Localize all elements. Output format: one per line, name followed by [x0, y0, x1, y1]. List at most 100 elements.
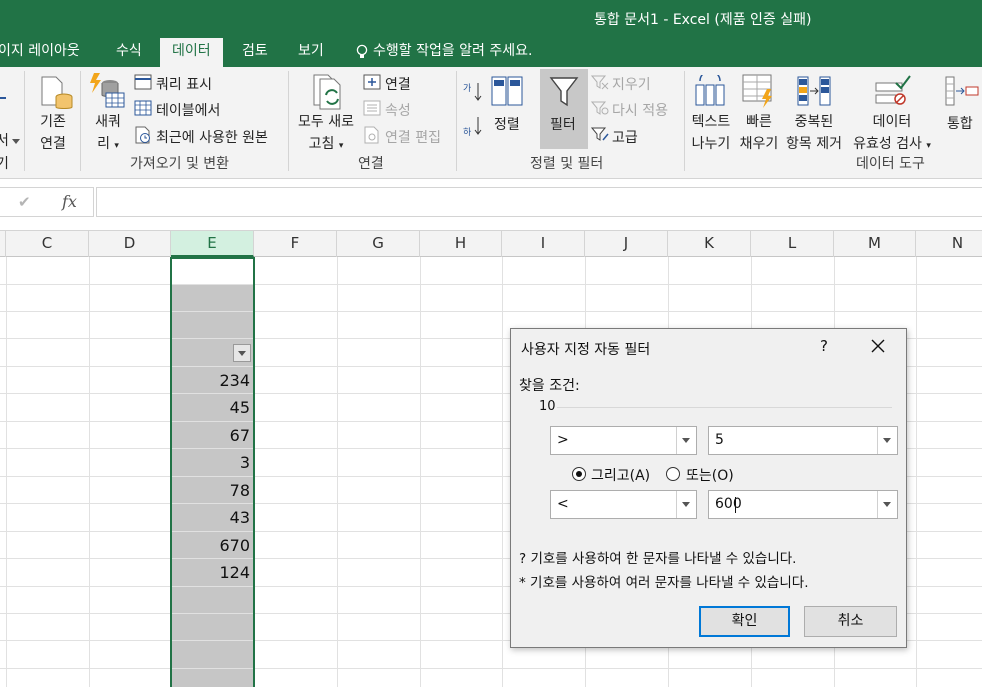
filter-label: 필터 [550, 117, 576, 133]
hint-multi-char: * 기호를 사용하여 여러 문자를 나타낼 수 있습니다. [519, 575, 809, 591]
close-icon[interactable] [870, 338, 886, 354]
tell-me-search[interactable]: 수행할 작업을 알려 주세요. [373, 38, 532, 67]
value-combo-1[interactable]: 5 [708, 426, 898, 455]
text-to-columns-button[interactable]: 텍스트 나누기 [688, 111, 734, 153]
tab-data[interactable]: 데이터 [160, 38, 223, 67]
column-header-J[interactable]: J [585, 231, 668, 257]
refresh-all-label2: 고침 [308, 136, 335, 152]
dropdown-arrow[interactable] [676, 491, 696, 518]
column-header-C[interactable]: C [6, 231, 89, 257]
properties-button[interactable]: 속성 [385, 100, 411, 120]
flash-fill-icon [742, 74, 772, 108]
tab-view[interactable]: 보기 [298, 38, 324, 67]
operator-select-1[interactable]: > [550, 426, 697, 455]
custom-autofilter-dialog: 사용자 지정 자동 필터 ? 찾을 조건: 10 > 5 그리고(A) 또는(O… [510, 328, 907, 648]
insert-function-button[interactable]: fx [62, 192, 77, 211]
column-header-H[interactable]: H [420, 231, 502, 257]
tab-review[interactable]: 검토 [242, 38, 268, 67]
new-query-button[interactable]: 새쿼 리 ▾ [88, 111, 128, 153]
group-divider [557, 407, 892, 408]
enter-check-icon[interactable]: ✔ [18, 193, 31, 211]
chevron-down-icon [682, 438, 690, 443]
dialog-title: 사용자 지정 자동 필터 [521, 342, 651, 358]
formula-buttons: ✔ fx [0, 187, 94, 217]
consolidate-button[interactable]: 통합 [947, 113, 973, 133]
table-icon [134, 100, 152, 116]
help-button[interactable]: ? [820, 337, 828, 355]
filter-button[interactable]: 필터 [540, 69, 588, 149]
column-header-F[interactable]: F [254, 231, 337, 257]
recent-sources-button[interactable]: 최근에 사용한 원본 [156, 127, 268, 147]
column-header-D[interactable]: D [89, 231, 171, 257]
operator-select-2[interactable]: < [550, 490, 697, 519]
chevron-down-icon: ▾ [338, 141, 344, 151]
reapply-button[interactable]: 다시 적용 [612, 100, 668, 120]
group-connections-label: 연결 [358, 156, 384, 172]
properties-icon [363, 100, 381, 116]
advanced-button[interactable]: 고급 [612, 127, 638, 147]
dropdown-arrow[interactable] [676, 427, 696, 454]
sort-descending-icon[interactable]: 하 [463, 115, 483, 137]
formula-input[interactable] [96, 187, 982, 217]
remove-duplicates-icon [797, 76, 831, 106]
existing-connections-button[interactable]: 기존 연결 [30, 111, 76, 153]
remove-duplicates-label2: 항목 제거 [786, 136, 842, 152]
flash-fill-label1: 빠른 [746, 114, 772, 130]
column-selection-border [170, 257, 255, 687]
field-name-label: 10 [539, 399, 556, 414]
column-header-E[interactable]: E [171, 231, 254, 257]
edit-links-button[interactable]: 연결 편집 [385, 127, 441, 147]
hint-single-char: ? 기호를 사용하여 한 문자를 나타낼 수 있습니다. [519, 551, 797, 567]
refresh-all-button[interactable]: 모두 새로 고침 ▾ [294, 111, 358, 153]
clear-button[interactable]: 지우기 [612, 74, 651, 94]
and-radio[interactable] [572, 467, 586, 481]
arrow-icon [0, 97, 6, 99]
from-table-button[interactable]: 테이블에서 [156, 100, 220, 120]
partial-group-label: 기 [0, 156, 9, 172]
existing-connections-label2: 연결 [40, 136, 66, 152]
flash-fill-button[interactable]: 빠른 채우기 [736, 111, 782, 153]
value-1-text: 5 [715, 432, 724, 448]
data-validation-label2: 유효성 검사 [853, 136, 922, 152]
new-query-label1: 새쿼 [95, 114, 121, 130]
cancel-button[interactable]: 취소 [804, 606, 897, 637]
flash-fill-label2: 채우기 [739, 136, 779, 152]
column-header-M[interactable]: M [834, 231, 916, 257]
edit-links-icon [364, 126, 379, 144]
svg-text:하: 하 [463, 127, 472, 137]
tab-page-layout[interactable]: 이지 레이아웃 [0, 38, 80, 67]
tab-formulas[interactable]: 수식 [116, 38, 142, 67]
find-rows-label: 찾을 조건: [519, 378, 580, 394]
text-cursor [735, 497, 736, 513]
and-radio-label[interactable]: 그리고(A) [591, 465, 650, 485]
recent-sources-icon [135, 126, 150, 144]
column-header-N[interactable]: N [916, 231, 982, 257]
sort-button[interactable]: 정렬 [494, 114, 520, 134]
data-validation-label1: 데이터 [872, 114, 912, 130]
dropdown-arrow[interactable] [877, 427, 897, 454]
refresh-all-icon [313, 74, 341, 110]
data-validation-label2-row: 유효성 검사 ▾ [846, 133, 938, 153]
column-header-L[interactable]: L [751, 231, 834, 257]
partial-button-label[interactable]: 서 [0, 130, 9, 150]
or-radio[interactable] [666, 467, 680, 481]
chevron-down-icon: ▾ [114, 141, 119, 151]
column-header-I[interactable]: I [502, 231, 585, 257]
ribbon: 서 기 기존 연결 새쿼 리 ▾ 쿼리 표시 테이블에서 최근에 사용한 원본 … [0, 67, 982, 179]
sort-ascending-icon[interactable]: 가 [463, 81, 483, 103]
ok-button[interactable]: 확인 [699, 606, 790, 637]
dropdown-arrow[interactable] [877, 491, 897, 518]
connections-button[interactable]: 연결 [385, 74, 411, 94]
or-radio-label[interactable]: 또는(O) [686, 465, 734, 485]
value-2-text: 600 [715, 496, 742, 512]
remove-duplicates-button[interactable]: 중복된 항목 제거 [782, 111, 846, 153]
new-query-label2: 리 [97, 136, 110, 152]
column-header-G[interactable]: G [337, 231, 420, 257]
value-combo-2[interactable]: 600 [708, 490, 898, 519]
chevron-down-icon [883, 438, 891, 443]
show-queries-button[interactable]: 쿼리 표시 [156, 74, 212, 94]
column-header-K[interactable]: K [668, 231, 751, 257]
existing-connections-icon [41, 76, 73, 109]
column-headers: C D E F G H I J K L M N [0, 230, 982, 257]
data-validation-button[interactable]: 데이터 유효성 검사 ▾ [846, 111, 938, 153]
